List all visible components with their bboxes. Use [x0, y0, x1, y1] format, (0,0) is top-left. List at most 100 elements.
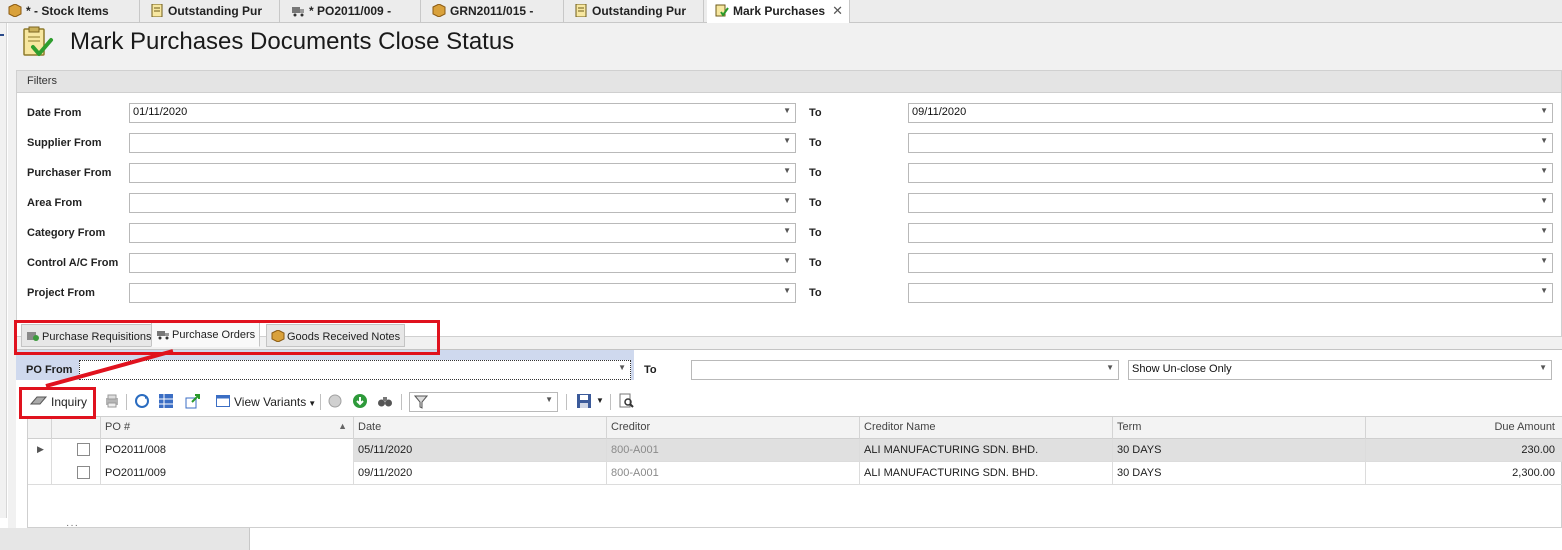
combo-value: Show Un-close Only: [1132, 363, 1232, 375]
print-icon[interactable]: [104, 393, 120, 409]
doc-tab-mark-purchases[interactable]: Mark Purchases ✕: [707, 0, 850, 23]
dropdown-arrow-icon[interactable]: ▼: [618, 363, 626, 372]
dropdown-arrow-icon[interactable]: ▼: [783, 226, 791, 235]
control-ac-to-combo[interactable]: ▼: [908, 253, 1553, 273]
filter-row-area: Area From ▼ To ▼: [17, 193, 1562, 215]
project-to-combo[interactable]: ▼: [908, 283, 1553, 303]
dropdown-arrow-icon[interactable]: ▼: [783, 166, 791, 175]
column-header-po[interactable]: PO # ▲: [101, 417, 354, 439]
project-from-combo[interactable]: ▼: [129, 283, 796, 303]
creditor-name-cell: ALI MANUFACTURING SDN. BHD.: [860, 439, 1113, 462]
dropdown-arrow-icon[interactable]: ▼: [1540, 286, 1548, 295]
dropdown-arrow-icon[interactable]: ▼: [783, 286, 791, 295]
print-preview-icon[interactable]: [618, 393, 634, 409]
doc-tab-label: * - Stock Items: [26, 4, 109, 18]
to-label: To: [809, 167, 822, 179]
close-status-select[interactable]: Show Un-close Only ▼: [1128, 360, 1552, 380]
filter-row-project: Project From ▼ To ▼: [17, 283, 1562, 305]
toolbar-separator: [126, 394, 127, 410]
grid-header: PO # ▲ Date Creditor Creditor Name Term …: [28, 417, 1562, 439]
export-icon[interactable]: [185, 393, 201, 409]
date-to-combo[interactable]: 09/11/2020 ▼: [908, 103, 1553, 123]
date-cell: 05/11/2020: [354, 439, 607, 462]
po-to-label: To: [644, 364, 657, 376]
dropdown-arrow-icon[interactable]: ▼: [783, 136, 791, 145]
table-row[interactable]: ▶ PO2011/008 05/11/2020 800-A001 ALI MAN…: [28, 439, 1562, 462]
column-header-creditor[interactable]: Creditor: [607, 417, 860, 439]
row-select-checkbox[interactable]: [77, 443, 90, 456]
filter-row-date: Date From 01/11/2020 ▼ To 09/11/2020 ▼: [17, 103, 1562, 125]
filter-label: Date From: [27, 107, 82, 119]
purchaser-to-combo[interactable]: ▼: [908, 163, 1553, 183]
doc-tab-outstanding-2[interactable]: Outstanding Pur: [566, 0, 704, 23]
filter-label: Purchaser From: [27, 167, 112, 179]
term-cell: 30 DAYS: [1113, 462, 1366, 485]
doc-tab-label: GRN2011/015 -: [450, 4, 534, 18]
doc-tab-grn[interactable]: GRN2011/015 -: [424, 0, 564, 23]
column-header-date[interactable]: Date: [354, 417, 607, 439]
caret-down-icon: ▼: [308, 399, 317, 408]
select-column-header[interactable]: [52, 417, 101, 439]
doc-tab-outstanding-1[interactable]: Outstanding Pur: [142, 0, 280, 23]
column-label: PO #: [105, 421, 131, 433]
column-label: Creditor Name: [864, 421, 936, 433]
row-indicator-header: [28, 417, 52, 439]
area-from-combo[interactable]: ▼: [129, 193, 796, 213]
doc-tab-po[interactable]: * PO2011/009 -: [283, 0, 421, 23]
control-ac-from-combo[interactable]: ▼: [129, 253, 796, 273]
filter-combo[interactable]: ▼: [409, 392, 558, 412]
category-from-combo[interactable]: ▼: [129, 223, 796, 243]
filter-row-supplier: Supplier From ▼ To ▼: [17, 133, 1562, 155]
close-icon[interactable]: ✕: [832, 3, 843, 19]
column-header-term[interactable]: Term: [1113, 417, 1366, 439]
dropdown-arrow-icon[interactable]: ▼: [1540, 256, 1548, 265]
row-select-checkbox[interactable]: [77, 466, 90, 479]
purchaser-from-combo[interactable]: ▼: [129, 163, 796, 183]
column-header-creditor-name[interactable]: Creditor Name: [860, 417, 1113, 439]
grid-layout-icon[interactable]: [158, 393, 174, 409]
filter-label: Area From: [27, 197, 83, 209]
dropdown-arrow-icon[interactable]: ▼: [783, 106, 791, 115]
to-label: To: [809, 107, 822, 119]
column-label: Creditor: [611, 421, 651, 433]
dropdown-arrow-icon[interactable]: ▼: [783, 256, 791, 265]
toolbar-separator: [610, 394, 611, 410]
document-tab-bar: * - Stock Items Outstanding Pur * PO2011…: [0, 0, 1562, 23]
toolbar-separator: [566, 394, 567, 410]
box-icon: [8, 4, 22, 17]
area-to-combo[interactable]: ▼: [908, 193, 1553, 213]
filters-header: Filters: [17, 71, 1561, 93]
strip-marker: [0, 34, 4, 36]
dropdown-arrow-icon[interactable]: ▼: [1540, 106, 1548, 115]
row-pointer-icon: ▶: [28, 439, 52, 462]
date-from-combo[interactable]: 01/11/2020 ▼: [129, 103, 796, 123]
splitter-grip-icon[interactable]: ···: [66, 520, 79, 531]
category-to-combo[interactable]: ▼: [908, 223, 1553, 243]
filter-row-control-ac: Control A/C From ▼ To ▼: [17, 253, 1562, 275]
dropdown-arrow-icon[interactable]: ▼: [1540, 226, 1548, 235]
dropdown-arrow-icon[interactable]: ▼: [1540, 196, 1548, 205]
dropdown-arrow-icon[interactable]: ▼: [783, 196, 791, 205]
view-variants-button[interactable]: View Variants ▼: [212, 392, 320, 414]
dropdown-arrow-icon[interactable]: ▼: [1540, 166, 1548, 175]
doc-tab-stock-items[interactable]: * - Stock Items: [0, 0, 140, 23]
binoculars-icon[interactable]: [377, 393, 393, 409]
creditor-name-cell: ALI MANUFACTURING SDN. BHD.: [860, 462, 1113, 485]
download-icon[interactable]: [352, 393, 368, 409]
po-to-combo[interactable]: ▼: [691, 360, 1119, 380]
combo-value: 01/11/2020: [133, 106, 188, 118]
dropdown-arrow-icon[interactable]: ▼: [545, 395, 553, 404]
refresh-icon[interactable]: [134, 393, 150, 409]
dropdown-arrow-icon[interactable]: ▼: [1540, 136, 1548, 145]
disabled-circle-icon[interactable]: [327, 393, 343, 409]
caret-down-icon[interactable]: ▼: [596, 396, 604, 405]
combo-value: 09/11/2020: [912, 106, 967, 118]
supplier-from-combo[interactable]: ▼: [129, 133, 796, 153]
save-icon[interactable]: [576, 393, 592, 409]
table-row[interactable]: PO2011/009 09/11/2020 800-A001 ALI MANUF…: [28, 462, 1562, 485]
dropdown-arrow-icon[interactable]: ▼: [1106, 363, 1114, 372]
column-header-due-amount[interactable]: Due Amount: [1366, 417, 1562, 439]
report-icon: [151, 4, 163, 17]
dropdown-arrow-icon[interactable]: ▼: [1539, 363, 1547, 372]
supplier-to-combo[interactable]: ▼: [908, 133, 1553, 153]
